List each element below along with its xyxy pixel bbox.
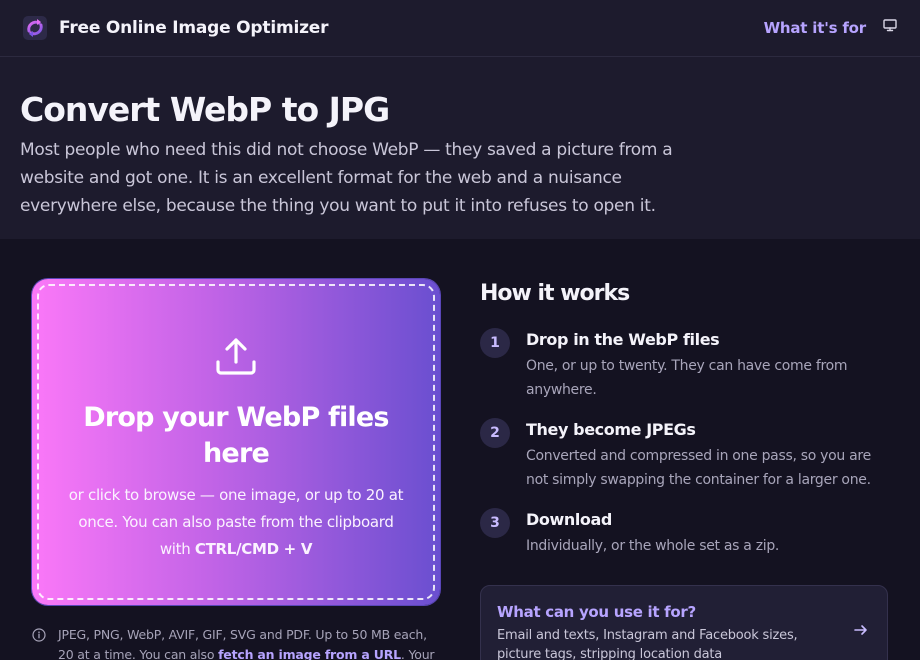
step-body: Download Individually, or the whole set … (526, 508, 886, 558)
step-title: Download (526, 510, 612, 529)
brand-name[interactable]: Free Online Image Optimizer (59, 18, 329, 38)
monitor-icon[interactable] (882, 17, 898, 33)
hero-section: Convert WebP to JPG Most people who need… (0, 57, 920, 239)
step-description: Converted and compressed in one pass, so… (526, 448, 871, 488)
dropzone-subtitle: or click to browse — one image, or up to… (61, 482, 411, 563)
supported-formats-note: JPEG, PNG, WebP, AVIF, GIF, SVG and PDF.… (32, 625, 442, 660)
use-cases-description: Email and texts, Instagram and Facebook … (497, 628, 798, 660)
step-number: 1 (480, 328, 510, 358)
fetch-url-link[interactable]: fetch an image from a URL (218, 647, 401, 660)
use-cases-title[interactable]: What can you use it for? (497, 603, 871, 621)
dropzone-title: Drop your WebP files here (83, 402, 389, 469)
arrow-right-icon[interactable] (853, 622, 869, 638)
step-title: Drop in the WebP files (526, 330, 720, 349)
file-dropzone[interactable]: Drop your WebP files here or click to br… (32, 279, 440, 605)
note-text-end: . Your (400, 647, 435, 660)
step-description: One, or up to twenty. They can have come… (526, 358, 848, 398)
dropzone-border[interactable]: Drop your WebP files here or click to br… (37, 284, 435, 600)
step-number: 2 (480, 418, 510, 448)
paste-shortcut: CTRL/CMD + V (194, 540, 313, 558)
step-body: Drop in the WebP files One, or up to twe… (526, 328, 856, 402)
how-it-works-heading: How it works (480, 281, 630, 306)
step-2: 2 They become JPEGs Converted and compre… (480, 418, 890, 492)
nav-link-what-its-for[interactable]: What it's for (764, 19, 867, 37)
main-content: Drop your WebP files here or click to br… (0, 239, 920, 660)
page-title: Convert WebP to JPG (20, 90, 390, 129)
page-description: Most people who need this did not choose… (20, 140, 673, 216)
note-text: JPEG, PNG, WebP, AVIF, GIF, SVG and PDF.… (58, 625, 442, 660)
info-icon (32, 628, 46, 642)
step-body: They become JPEGs Converted and compress… (526, 418, 886, 492)
step-1: 1 Drop in the WebP files One, or up to t… (480, 328, 890, 402)
step-number: 3 (480, 508, 510, 538)
step-title: They become JPEGs (526, 420, 696, 439)
step-3: 3 Download Individually, or the whole se… (480, 508, 890, 558)
top-bar: Free Online Image Optimizer What it's fo… (0, 0, 920, 57)
upload-icon (214, 334, 258, 378)
use-cases-card[interactable]: What can you use it for? Email and texts… (480, 585, 888, 660)
step-description: Individually, or the whole set as a zip. (526, 538, 780, 554)
refresh-arrows-icon[interactable] (22, 15, 48, 41)
how-it-works-section: How it works 1 Drop in the WebP files On… (480, 279, 890, 554)
